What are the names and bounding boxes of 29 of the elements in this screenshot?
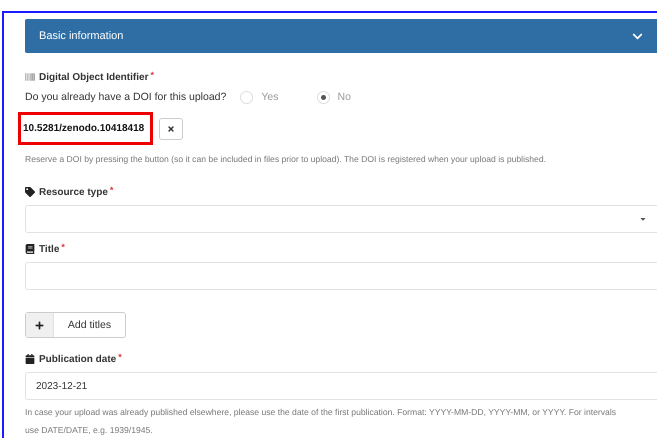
- plus-icon: [26, 313, 54, 337]
- required-mark: *: [61, 242, 65, 252]
- book-icon: [25, 244, 35, 254]
- panel-title: Basic information: [39, 30, 124, 42]
- required-mark: *: [150, 70, 154, 80]
- doi-value: 10.5281/zenodo.10418418: [18, 112, 154, 145]
- chevron-down-icon[interactable]: [632, 30, 643, 42]
- field-label: Resource type: [39, 186, 108, 198]
- barcode-icon: [25, 72, 35, 82]
- help-text: In case your upload was already published elsewhere, please use the date of the first publication. Format: YYYY-MM-DD, YYYY-MM, or YYYY. For intervals use DATE/DATE, e.g. 1939/1945.: [25, 406, 618, 437]
- field-label: Digital Object Identifier: [39, 72, 148, 82]
- required-mark: *: [118, 352, 122, 362]
- add-titles-button[interactable]: Add titles: [25, 312, 126, 338]
- field-label: Title: [39, 244, 60, 254]
- help-text: Reserve a DOI by pressing the button (so it can be included in files prior to upload). The DOI is registered when your upload is published.: [25, 153, 548, 166]
- field-label: Publication date: [39, 354, 116, 364]
- tag-icon: [25, 187, 35, 197]
- panel-header[interactable]: Basic information: [25, 19, 657, 53]
- select-field[interactable]: [25, 205, 657, 233]
- input-field[interactable]: [25, 262, 657, 290]
- calendar-icon: [25, 354, 35, 364]
- close-icon: [167, 124, 176, 132]
- question-text: Do you already have a DOI for this upload?: [25, 91, 226, 103]
- clear-button[interactable]: [159, 118, 184, 140]
- radio-option[interactable]: No: [316, 90, 351, 104]
- required-mark: *: [110, 185, 114, 195]
- input-field[interactable]: 2023-12-21: [25, 372, 657, 400]
- radio-option[interactable]: Yes: [240, 90, 279, 104]
- caret-down-icon: [639, 215, 647, 223]
